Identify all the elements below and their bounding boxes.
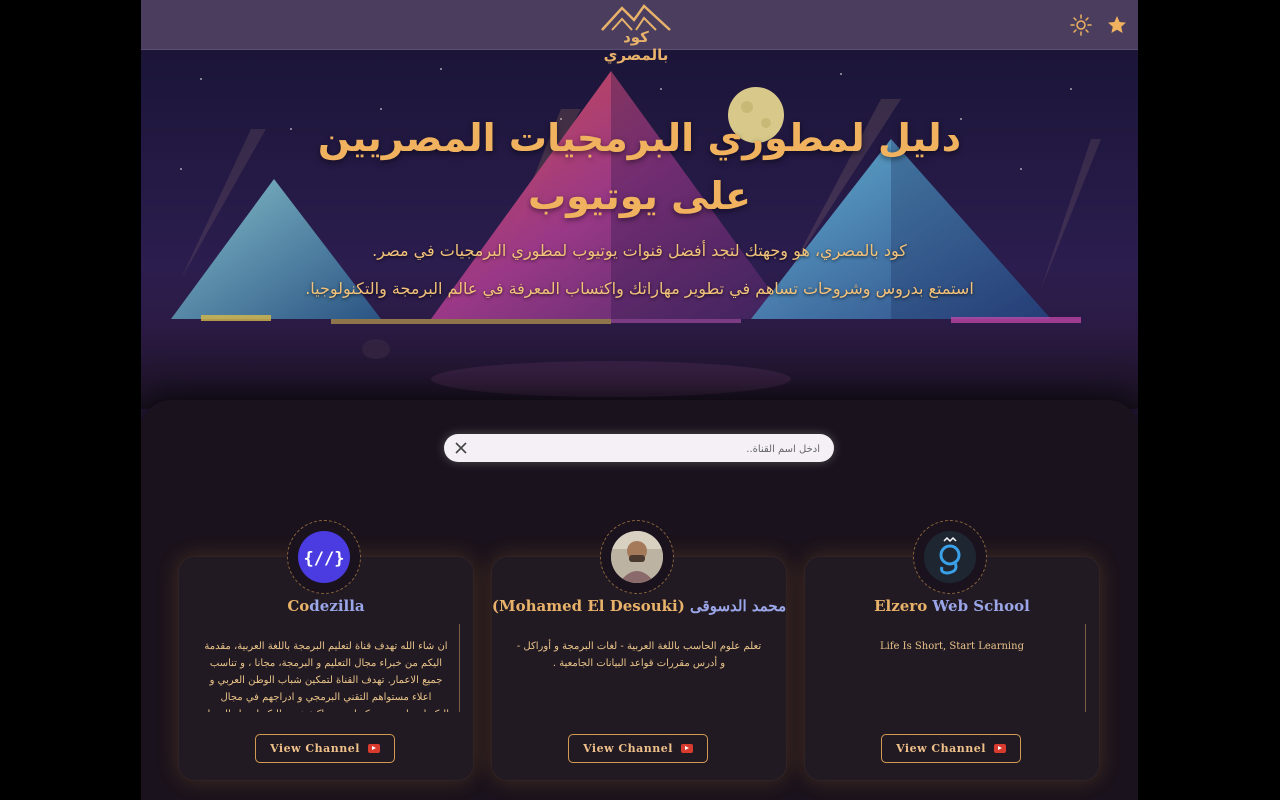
view-channel-button[interactable]: View Channel bbox=[881, 734, 1021, 763]
view-channel-button[interactable]: View Channel bbox=[568, 734, 708, 763]
hero-section: دليل لمطوري البرمجيات المصريين على يوتيو… bbox=[141, 49, 1138, 409]
channel-avatar-frame bbox=[913, 520, 987, 594]
channel-title: Elzero Web School bbox=[874, 597, 1030, 615]
channel-description: ان شاء الله تهدف قناة لتعليم البرمجة بال… bbox=[203, 641, 449, 712]
star-icon bbox=[1108, 16, 1126, 33]
view-channel-button[interactable]: View Channel bbox=[255, 734, 395, 763]
channel-title: Codezilla bbox=[287, 597, 365, 615]
channel-avatar-frame bbox=[600, 520, 674, 594]
svg-text:{//}: {//} bbox=[304, 549, 345, 569]
page: دليل لمطوري البرمجيات المصريين على يوتيو… bbox=[141, 0, 1138, 800]
logo-text: كود بالمصري bbox=[603, 28, 669, 64]
hero-subtitle-line2: استمتع بدروس وشروحات تساهم في تطوير مهار… bbox=[305, 279, 974, 298]
hero-illustration bbox=[141, 49, 1138, 409]
channel-description: Life Is Short, Start Learning bbox=[880, 641, 1024, 652]
channel-avatar-frame: {//} bbox=[287, 520, 361, 594]
close-icon[interactable] bbox=[452, 439, 470, 457]
description-scrollbar[interactable] bbox=[1085, 624, 1086, 712]
youtube-icon bbox=[367, 744, 380, 753]
channel-title: محمد الدسوقى (Mohamed El Desouki) bbox=[491, 597, 787, 615]
elzero-logo-icon bbox=[924, 531, 976, 583]
person-avatar-icon bbox=[611, 531, 663, 583]
description-scrollbar[interactable] bbox=[459, 624, 460, 712]
search-input[interactable] bbox=[478, 434, 822, 464]
favorites-button[interactable] bbox=[1104, 12, 1130, 38]
search-bar bbox=[444, 434, 834, 464]
youtube-icon bbox=[680, 744, 693, 753]
site-logo[interactable]: كود بالمصري bbox=[598, 2, 674, 64]
top-navbar: كود بالمصري bbox=[141, 0, 1138, 64]
sun-icon bbox=[1070, 14, 1092, 36]
youtube-icon bbox=[993, 744, 1006, 753]
hero-subtitle-line1: كود بالمصري، هو وجهتك لتجد أفضل قنوات يو… bbox=[372, 241, 907, 260]
hero-title: دليل لمطوري البرمجيات المصريين على يوتيو… bbox=[317, 116, 962, 218]
channel-description: تعلم علوم الحاسب باللغة العربية - لغات ا… bbox=[516, 641, 762, 669]
code-brackets-icon: {//} bbox=[298, 531, 350, 583]
theme-toggle-button[interactable] bbox=[1068, 12, 1094, 38]
